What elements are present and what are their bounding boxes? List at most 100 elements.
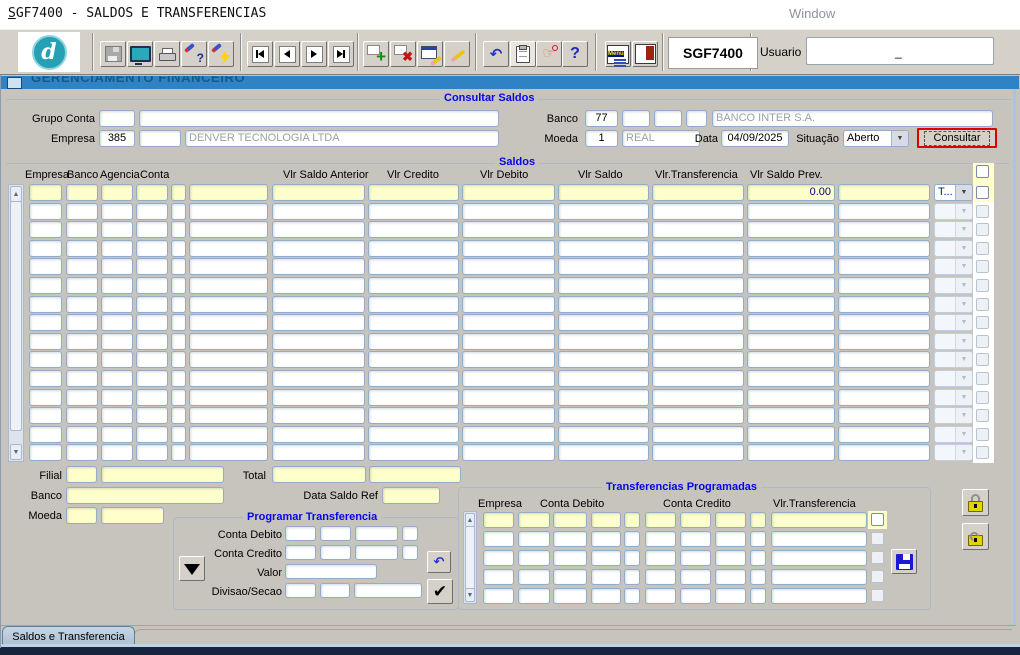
unlock-button[interactable]	[962, 523, 989, 550]
saldos-cell[interactable]	[29, 203, 62, 220]
saldos-cell[interactable]	[462, 389, 555, 406]
saldos-cell[interactable]	[747, 277, 835, 294]
saldos-row-checkbox[interactable]	[976, 372, 989, 385]
transfer-cell[interactable]	[645, 550, 676, 566]
window-scrollbar[interactable]	[1013, 89, 1016, 625]
saldos-cell[interactable]	[838, 389, 930, 406]
saldos-cell[interactable]	[66, 444, 98, 461]
saldos-cell[interactable]	[272, 296, 365, 313]
saldos-cell[interactable]	[101, 240, 133, 257]
saldos-cell[interactable]	[136, 333, 168, 350]
grupo-conta-code-field[interactable]	[99, 110, 135, 127]
saldos-row-checkbox[interactable]	[976, 446, 989, 459]
transfer-cell[interactable]	[715, 588, 746, 604]
saldos-cell[interactable]	[558, 314, 649, 331]
saldos-cell[interactable]	[747, 296, 835, 313]
saldos-cell[interactable]	[29, 389, 62, 406]
saldos-row-checkbox[interactable]	[976, 409, 989, 422]
saldos-cell[interactable]	[462, 240, 555, 257]
banco-agencia-field[interactable]	[622, 110, 650, 127]
consultar-button[interactable]: Consultar	[917, 128, 997, 148]
saldos-cell[interactable]	[29, 407, 62, 424]
saldos-cell[interactable]	[368, 389, 459, 406]
saldos-cell[interactable]	[652, 221, 744, 238]
saldos-cell[interactable]	[272, 240, 365, 257]
transfer-cell[interactable]	[750, 569, 766, 585]
window-menu[interactable]: Window	[789, 6, 835, 21]
saldos-cell[interactable]	[101, 184, 133, 201]
saldos-cell[interactable]	[368, 203, 459, 220]
saldos-cell[interactable]	[368, 333, 459, 350]
saldos-cell[interactable]	[136, 389, 168, 406]
conta-credito-agencia-field[interactable]	[320, 545, 351, 560]
saldos-cell[interactable]	[29, 444, 62, 461]
empresa-filial-field[interactable]	[139, 130, 181, 147]
saldos-cell[interactable]	[838, 221, 930, 238]
banco-code-field[interactable]: 77	[585, 110, 618, 127]
saldos-row-checkbox[interactable]	[976, 279, 989, 292]
transfer-cell[interactable]	[750, 512, 766, 528]
saldos-cell[interactable]	[747, 444, 835, 461]
filial-code-field[interactable]	[66, 466, 97, 483]
transfer-cell[interactable]	[483, 512, 514, 528]
saldos-cell[interactable]	[747, 370, 835, 387]
saldos-cell[interactable]	[747, 426, 835, 443]
filial-name-field[interactable]	[101, 466, 224, 483]
transfer-row-checkbox[interactable]	[871, 551, 884, 564]
saldos-cell[interactable]	[29, 314, 62, 331]
saldos-cell[interactable]	[171, 370, 186, 387]
transfer-cell[interactable]	[624, 588, 640, 604]
saldos-cell[interactable]	[189, 203, 268, 220]
saldos-cell[interactable]	[101, 277, 133, 294]
saldos-cell[interactable]	[272, 370, 365, 387]
saldos-cell[interactable]	[136, 240, 168, 257]
saldos-cell[interactable]	[272, 314, 365, 331]
saldos-cell[interactable]	[66, 333, 98, 350]
saldos-cell[interactable]	[838, 277, 930, 294]
saldos-cell[interactable]	[66, 240, 98, 257]
transfer-cell[interactable]	[518, 531, 550, 547]
saldos-cell[interactable]	[462, 203, 555, 220]
execute-query-button[interactable]	[208, 41, 234, 67]
saldos-cell[interactable]	[652, 444, 744, 461]
saldos-cell[interactable]	[189, 296, 268, 313]
transfer-cell[interactable]	[715, 569, 746, 585]
saldos-cell[interactable]	[838, 314, 930, 331]
saldos-cell[interactable]	[272, 389, 365, 406]
transfer-cell[interactable]	[518, 588, 550, 604]
saldos-cell[interactable]	[272, 351, 365, 368]
saldos-cell[interactable]	[189, 389, 268, 406]
saldos-cell[interactable]	[101, 444, 133, 461]
scroll-down-icon[interactable]: ▼	[10, 444, 22, 460]
transfer-cell[interactable]	[645, 512, 676, 528]
transfer-cell[interactable]	[553, 550, 587, 566]
confirm-transfer-button[interactable]: ✔	[427, 579, 453, 604]
saldos-cell[interactable]	[66, 296, 98, 313]
saldos-cell[interactable]	[368, 296, 459, 313]
transfer-cell[interactable]	[771, 569, 867, 585]
saldos-cell[interactable]	[189, 407, 268, 424]
saldos-cell[interactable]	[171, 389, 186, 406]
scroll-down-icon[interactable]: ▼	[465, 588, 475, 602]
data-saldo-ref-field[interactable]	[382, 487, 440, 504]
saldos-cell[interactable]	[66, 203, 98, 220]
first-record-button[interactable]	[247, 41, 273, 67]
saldos-cell[interactable]	[558, 389, 649, 406]
transfer-cell[interactable]	[715, 531, 746, 547]
saldos-cell[interactable]	[136, 258, 168, 275]
saldos-cell[interactable]	[838, 444, 930, 461]
saldos-cell[interactable]	[368, 351, 459, 368]
transfer-row-checkbox[interactable]	[871, 532, 884, 545]
conta-debito-banco-field[interactable]	[285, 526, 316, 541]
saldos-cell[interactable]	[29, 333, 62, 350]
saldos-cell[interactable]	[558, 296, 649, 313]
saldos-cell[interactable]	[66, 370, 98, 387]
saldos-cell[interactable]	[272, 203, 365, 220]
saldos-row-checkbox[interactable]	[976, 335, 989, 348]
saldos-cell[interactable]	[171, 258, 186, 275]
saldos-cell[interactable]	[462, 370, 555, 387]
saldos-scrollbar[interactable]: ▲ ▼	[8, 184, 24, 462]
transfer-cell[interactable]	[518, 512, 550, 528]
transfer-cell[interactable]	[715, 512, 746, 528]
saldos-cell[interactable]	[462, 444, 555, 461]
